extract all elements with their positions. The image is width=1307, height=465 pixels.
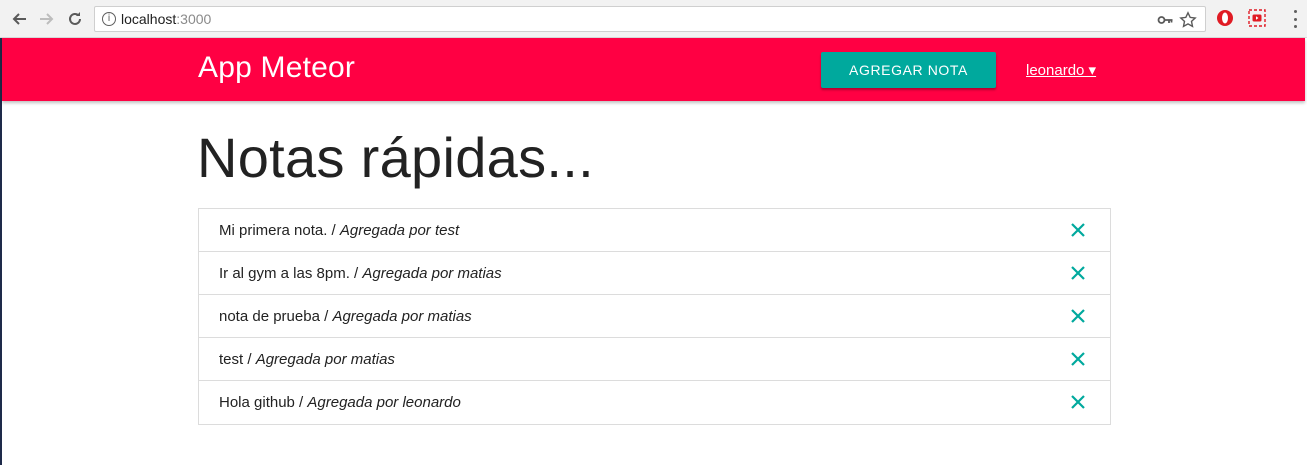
address-bar[interactable]: i localhost:3000 — [94, 6, 1206, 32]
close-icon[interactable] — [1070, 351, 1086, 367]
window-edge — [0, 38, 2, 465]
key-icon[interactable] — [1157, 12, 1173, 28]
list-item: test / Agregada por matias — [199, 338, 1110, 381]
close-icon[interactable] — [1070, 265, 1086, 281]
forward-button[interactable] — [36, 8, 58, 30]
note-author: Agregada por matias — [255, 350, 395, 368]
arrow-right-icon — [40, 13, 54, 25]
add-note-button[interactable]: AGREGAR NOTA — [821, 52, 996, 88]
user-menu-link[interactable]: leonardo ▾ — [1026, 61, 1096, 79]
note-text: test / — [219, 350, 256, 368]
note-author: Agregada por test — [339, 221, 460, 239]
note-text: Hola github / — [219, 394, 308, 411]
note-author: Agregada por matias — [362, 264, 502, 282]
back-button[interactable] — [8, 8, 30, 30]
address-text[interactable]: localhost:3000 — [121, 11, 211, 27]
address-host: localhost — [121, 11, 177, 27]
opera-extension-icon[interactable] — [1216, 9, 1234, 27]
app-title[interactable]: App Meteor — [198, 51, 355, 85]
close-icon[interactable] — [1070, 308, 1086, 324]
note-text: nota de prueba / — [219, 307, 333, 325]
note-text: Ir al gym a las 8pm. / — [219, 264, 363, 282]
screen-capture-extension-icon[interactable] — [1248, 9, 1266, 27]
browser-toolbar: i localhost:3000 — [0, 0, 1307, 38]
note-list: Mi primera nota. / Agregada por test Ir a… — [198, 208, 1111, 425]
address-port: :3000 — [176, 11, 212, 27]
note-author: Agregada por leonardo — [307, 394, 461, 411]
list-item: nota de prueba / Agregada por matias — [199, 295, 1110, 338]
list-item: Mi primera nota. / Agregada por test — [199, 209, 1110, 252]
reload-icon — [69, 12, 81, 25]
browser-menu-icon[interactable] — [1289, 10, 1301, 28]
reload-button[interactable] — [64, 8, 86, 30]
note-text: Mi primera nota. / — [219, 221, 340, 239]
note-author: Agregada por matias — [332, 307, 472, 325]
page-title: Notas rápidas... — [197, 126, 594, 189]
list-item: Hola github / Agregada por leonardo — [199, 381, 1110, 424]
info-icon[interactable]: i — [102, 12, 116, 26]
arrow-left-icon — [12, 13, 26, 25]
close-icon[interactable] — [1070, 222, 1086, 238]
star-icon[interactable] — [1179, 11, 1197, 29]
list-item: Ir al gym a las 8pm. / Agregada por mati… — [199, 252, 1110, 295]
app-header: App Meteor AGREGAR NOTA leonardo ▾ — [2, 38, 1305, 101]
close-icon[interactable] — [1070, 394, 1086, 410]
